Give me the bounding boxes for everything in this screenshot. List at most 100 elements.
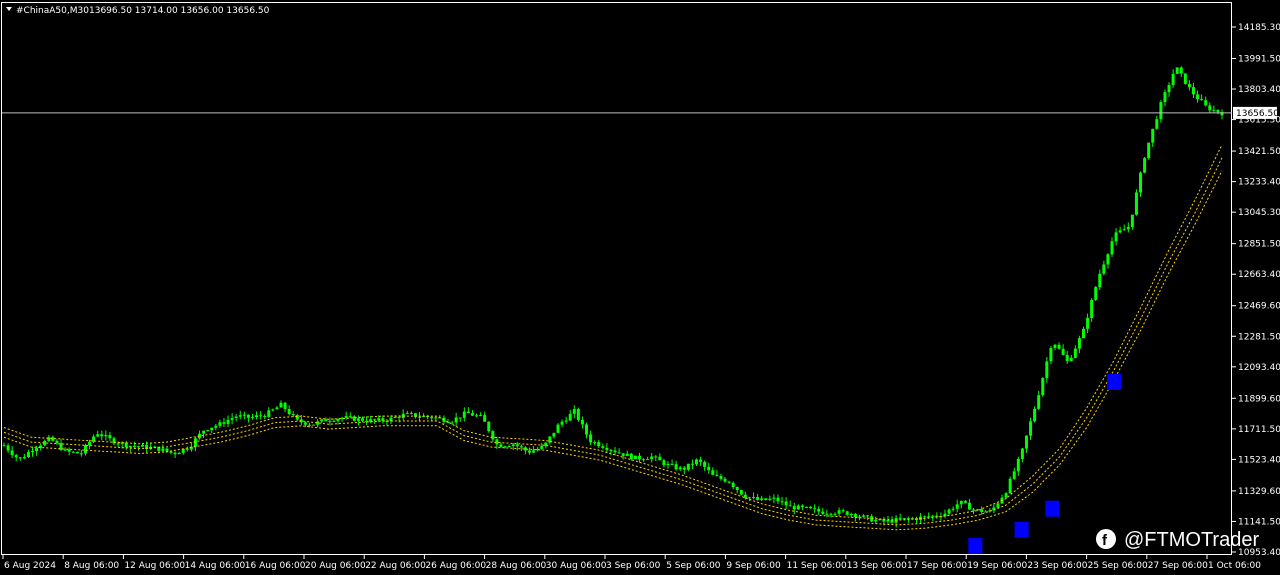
candle-body — [344, 416, 348, 418]
candle-body — [625, 453, 629, 457]
candle-body — [303, 422, 307, 425]
candle-body — [1029, 421, 1033, 436]
candle-body — [348, 416, 352, 418]
candle-body — [927, 516, 931, 518]
candle-body — [14, 455, 18, 458]
candle-body — [1179, 67, 1183, 74]
candle-body — [31, 451, 35, 453]
candle-body — [96, 434, 100, 437]
chart-background — [0, 0, 1280, 575]
x-tick-label: 23 Sep 06:00 — [1027, 561, 1087, 571]
candle-body — [100, 434, 104, 437]
candle-body — [585, 424, 589, 435]
candle-body — [291, 414, 295, 416]
x-tick-label: 8 Aug 06:00 — [64, 561, 119, 571]
candle-body — [874, 519, 878, 522]
candle-body — [128, 445, 132, 448]
candle-body — [527, 450, 531, 453]
candle-body — [972, 509, 976, 511]
candle-body — [267, 410, 271, 417]
price-marker-label: 13656.50 — [1236, 109, 1279, 119]
candle-body — [788, 505, 792, 507]
candle-body — [532, 450, 536, 453]
candle-body — [22, 457, 26, 459]
candle-body — [161, 448, 165, 451]
x-tick-label: 1 Oct 06:00 — [1208, 561, 1261, 571]
signal-marker — [1014, 521, 1029, 538]
symbol-label: #ChinaA50,M30 — [16, 6, 89, 16]
candle-body — [1147, 142, 1151, 159]
candle-body — [1106, 254, 1110, 265]
candle-body — [837, 510, 841, 514]
candle-body — [136, 446, 140, 448]
candle-body — [853, 513, 857, 518]
candle-body — [1151, 128, 1155, 143]
candle-body — [1020, 448, 1024, 459]
x-tick-label: 16 Aug 06:00 — [245, 561, 306, 571]
candle-body — [540, 446, 544, 449]
candle-body — [682, 467, 686, 470]
candle-body — [715, 474, 719, 476]
y-tick-label: 11329.60 — [1238, 487, 1280, 497]
candle-body — [515, 444, 519, 447]
candle-body — [580, 419, 584, 425]
y-tick-label: 12469.60 — [1238, 302, 1280, 312]
candle-body — [845, 511, 849, 515]
candle-body — [104, 434, 108, 437]
candle-body — [1134, 192, 1138, 215]
candle-body — [1196, 94, 1200, 100]
candle-body — [116, 443, 120, 445]
candle-body — [951, 508, 955, 510]
candle-body — [397, 417, 401, 419]
candle-body — [597, 442, 601, 447]
candle-body — [1073, 348, 1077, 358]
y-tick-label: 12663.40 — [1238, 270, 1280, 280]
candle-body — [576, 409, 580, 420]
candle-body — [678, 467, 682, 470]
candle-body — [308, 424, 312, 426]
candle-body — [902, 518, 906, 520]
candle-body — [35, 447, 39, 452]
x-tick-label: 22 Aug 06:00 — [365, 561, 426, 571]
candle-body — [475, 415, 479, 417]
price-chart[interactable]: 14185.3013991.5013803.4013615.3013421.50… — [0, 0, 1280, 575]
signal-marker — [1107, 373, 1122, 390]
candle-body — [572, 409, 576, 414]
y-tick-label: 11899.60 — [1238, 394, 1280, 404]
candle-body — [1053, 344, 1057, 348]
y-tick-label: 13233.40 — [1238, 178, 1280, 188]
candle-body — [646, 459, 650, 461]
candle-body — [356, 418, 360, 421]
y-tick-label: 11141.50 — [1238, 517, 1280, 527]
candle-body — [699, 459, 703, 462]
candle-body — [1033, 408, 1037, 422]
candle-body — [132, 445, 136, 447]
candle-body — [250, 417, 254, 419]
candle-body — [866, 515, 870, 517]
candle-body — [662, 460, 666, 466]
candle-body — [666, 463, 670, 466]
candle-body — [829, 513, 833, 515]
candle-body — [377, 418, 381, 421]
candle-body — [1098, 273, 1102, 288]
candle-body — [841, 510, 845, 512]
candle-body — [723, 478, 727, 482]
candle-body — [458, 417, 462, 419]
candle-body — [654, 456, 658, 458]
candle-body — [747, 497, 751, 499]
candle-body — [637, 455, 641, 460]
candle-body — [418, 416, 422, 418]
candle-body — [193, 438, 197, 447]
candle-body — [792, 506, 796, 510]
candle-body — [931, 515, 935, 517]
ohlc-label: 13696.50 13714.00 13656.00 13656.50 — [89, 6, 270, 16]
candle-body — [633, 455, 637, 460]
candle-body — [601, 446, 605, 448]
candle-body — [1175, 67, 1179, 74]
candle-body — [1191, 87, 1195, 95]
signal-marker — [1045, 500, 1060, 517]
candle-body — [686, 463, 690, 470]
candle-body — [246, 414, 250, 418]
candle-body — [642, 459, 646, 461]
candle-body — [963, 500, 967, 503]
